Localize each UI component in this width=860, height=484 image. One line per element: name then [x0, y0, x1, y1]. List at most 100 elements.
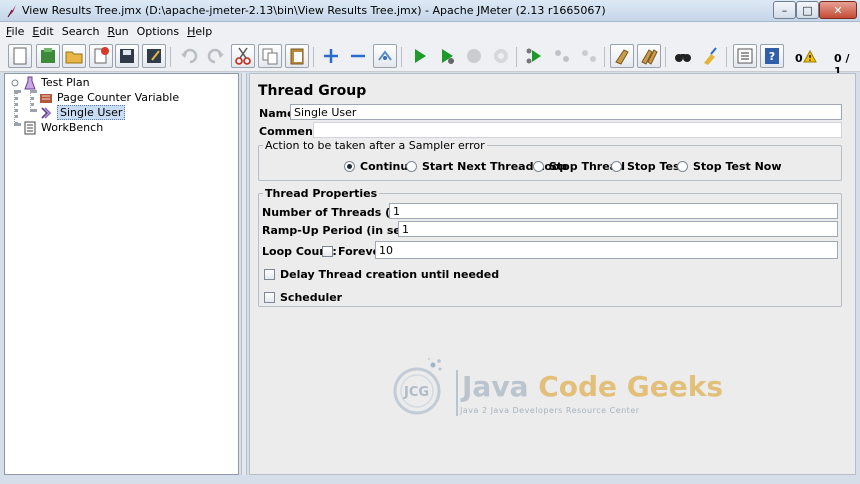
help-icon: ?: [765, 48, 779, 64]
menu-options[interactable]: Options: [137, 25, 179, 38]
toggle-button[interactable]: [373, 44, 397, 68]
paste-button[interactable]: [285, 44, 309, 68]
loop-count-field[interactable]: [375, 241, 838, 259]
start-button[interactable]: [408, 44, 432, 68]
toolbar-separator: [516, 47, 517, 67]
redo-button[interactable]: [204, 44, 228, 68]
expand-icon: [324, 49, 338, 63]
toolbar-separator: [170, 47, 171, 67]
shutdown-icon: [494, 49, 508, 63]
reset-search-icon: [704, 47, 717, 65]
config-element-icon: [40, 93, 52, 103]
test-plan-tree: Test Plan Page Counter Variable Single U…: [4, 73, 239, 475]
tree-item-workbench[interactable]: WorkBench: [23, 120, 103, 135]
menu-run[interactable]: Run: [108, 25, 129, 38]
thread-properties-legend: Thread Properties: [263, 187, 380, 200]
function-helper-icon: [737, 48, 753, 64]
shutdown-button[interactable]: [489, 44, 513, 68]
open-button[interactable]: [62, 44, 86, 68]
close-button[interactable]: [89, 44, 113, 68]
tree-item-test-plan[interactable]: Test Plan: [11, 75, 90, 90]
menu-edit[interactable]: Edit: [32, 25, 53, 38]
tree-item-page-counter-variable[interactable]: Page Counter Variable: [39, 90, 179, 105]
pane-splitter[interactable]: [241, 73, 247, 475]
search-button[interactable]: [671, 44, 695, 68]
title-bar: View Results Tree.jmx (D:\apache-jmeter-…: [0, 0, 860, 22]
new-icon: [13, 47, 27, 65]
stop-button[interactable]: [462, 44, 486, 68]
toolbar-separator: [665, 47, 666, 67]
toolbar-separator: [401, 47, 402, 67]
toolbar-separator: [313, 47, 314, 67]
thread-group-panel: Thread Group Name: Comments: Action to b…: [249, 73, 856, 475]
watermark-subtitle: Java 2 Java Developers Resource Center: [460, 406, 640, 415]
toggle-icon: [378, 50, 392, 61]
remote-shutdown-icon: [582, 50, 596, 62]
undo-button[interactable]: [177, 44, 201, 68]
templates-button[interactable]: [36, 44, 60, 68]
tree-item-label: Page Counter Variable: [57, 91, 180, 104]
cut-button[interactable]: [231, 44, 255, 68]
panel-title: Thread Group: [258, 83, 367, 99]
window-title: View Results Tree.jmx (D:\apache-jmeter-…: [22, 4, 606, 17]
copy-button[interactable]: [258, 44, 282, 68]
scheduler-checkbox[interactable]: Scheduler: [264, 291, 342, 304]
maximize-button[interactable]: □: [796, 1, 819, 19]
toolbar-separator: [726, 47, 727, 67]
tree-item-label: Test Plan: [41, 76, 90, 89]
test-plan-icon: [24, 76, 36, 89]
templates-icon: [41, 48, 55, 63]
remote-start-button[interactable]: [523, 44, 547, 68]
radio-indicator: [406, 161, 417, 172]
collapse-all-button[interactable]: [346, 44, 370, 68]
expand-all-button[interactable]: [319, 44, 343, 68]
jmeter-feather-icon: [7, 5, 16, 18]
open-icon: [65, 51, 83, 64]
tree-connector: [30, 90, 34, 112]
menu-file[interactable]: File: [6, 25, 24, 38]
rampup-field[interactable]: [398, 221, 838, 237]
start-no-pauses-button[interactable]: [435, 44, 459, 68]
start-no-pause-icon: [442, 49, 454, 64]
thread-properties-group: Thread Properties Number of Threads (use…: [258, 187, 842, 307]
clear-icon: [615, 49, 629, 65]
sampler-error-legend: Action to be taken after a Sampler error: [263, 139, 487, 152]
undo-icon: [181, 48, 198, 64]
radio-stop-test[interactable]: Stop Test: [611, 160, 685, 173]
help-button[interactable]: ?: [760, 44, 784, 68]
start-icon: [415, 49, 426, 63]
menu-search[interactable]: Search: [62, 25, 100, 38]
radio-stop-test-now[interactable]: Stop Test Now: [677, 160, 782, 173]
radio-continue[interactable]: Continue: [344, 160, 416, 173]
clear-all-button[interactable]: [637, 44, 661, 68]
thread-group-icon: [41, 106, 52, 119]
new-button[interactable]: [8, 44, 32, 68]
tree-item-label: WorkBench: [41, 121, 104, 134]
menu-help[interactable]: Help: [187, 25, 212, 38]
copy-icon: [262, 48, 278, 65]
warning-icon[interactable]: [803, 50, 817, 63]
save-button[interactable]: [115, 44, 139, 68]
tree-item-single-user[interactable]: Single User: [39, 105, 126, 120]
radio-indicator: [611, 161, 622, 172]
workbench-icon: [24, 121, 36, 134]
remote-stop-icon: [555, 50, 569, 62]
threads-field[interactable]: [389, 203, 838, 219]
remote-stop-button[interactable]: [550, 44, 574, 68]
tree-toggle-icon[interactable]: [11, 79, 19, 87]
delay-thread-creation-checkbox[interactable]: Delay Thread creation until needed: [264, 268, 499, 281]
comments-field[interactable]: [313, 122, 842, 138]
save-as-button[interactable]: [142, 44, 166, 68]
close-icon: [94, 47, 109, 64]
remote-shutdown-button[interactable]: [577, 44, 601, 68]
paste-icon: [290, 48, 304, 65]
name-field[interactable]: [290, 104, 842, 120]
function-helper-button[interactable]: [733, 44, 757, 68]
menu-bar: File Edit Search Run Options Help: [0, 22, 860, 41]
clear-button[interactable]: [610, 44, 634, 68]
redo-icon: [207, 48, 224, 64]
clear-all-icon: [641, 49, 658, 65]
reset-search-button[interactable]: [698, 44, 722, 68]
close-window-button[interactable]: ✕: [819, 1, 857, 19]
minimize-button[interactable]: –: [773, 1, 796, 19]
